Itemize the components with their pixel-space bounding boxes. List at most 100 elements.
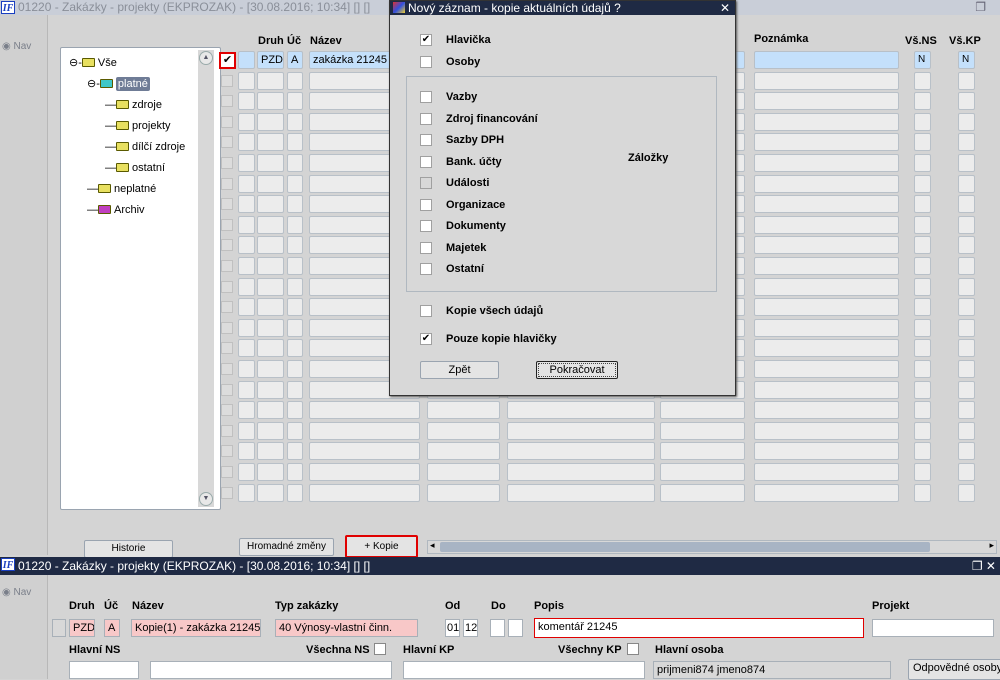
grid-cell-uc[interactable] — [287, 92, 303, 111]
restore-icon[interactable]: ❐ — [975, 0, 986, 15]
grid-cell-nazev[interactable] — [309, 421, 420, 440]
grid-cell-vskp[interactable] — [958, 236, 975, 255]
scroll-left-icon[interactable]: ◂ — [430, 540, 435, 551]
grid-cell-vskp[interactable] — [958, 277, 975, 296]
grid-cell[interactable] — [238, 401, 255, 420]
grid-cell[interactable] — [754, 442, 899, 461]
grid-cell[interactable] — [754, 112, 899, 131]
grid-cell[interactable] — [238, 380, 255, 399]
vertical-scrollbar[interactable]: ▲ ▼ — [198, 50, 214, 507]
grid-cell[interactable] — [238, 154, 255, 172]
row-checkbox[interactable] — [221, 177, 233, 190]
scroll-thumb[interactable] — [440, 542, 930, 552]
grid-cell-vsns[interactable] — [914, 92, 931, 111]
grid-cell-vskp[interactable] — [958, 380, 975, 399]
grid-cell-vsns[interactable] — [914, 133, 931, 152]
row-checkbox[interactable] — [221, 363, 233, 375]
grid-cell-uc[interactable] — [287, 298, 303, 317]
grid-cell-druh[interactable] — [257, 133, 284, 152]
row-checkbox[interactable] — [221, 136, 233, 149]
grid-cell[interactable] — [427, 401, 500, 420]
grid-cell-druh[interactable] — [257, 277, 284, 296]
grid-cell-druh[interactable] — [257, 463, 284, 481]
grid-cell-uc[interactable] — [287, 154, 303, 172]
grid-cell-druh[interactable] — [257, 112, 284, 131]
grid-cell-druh[interactable] — [257, 360, 284, 378]
grid-cell-uc[interactable] — [287, 257, 303, 275]
grid-cell-uc[interactable] — [287, 318, 303, 337]
grid-cell-uc[interactable] — [287, 112, 303, 131]
grid-cell-vskp[interactable] — [958, 112, 975, 131]
tree-node-platne[interactable]: ⊖- platné — [87, 77, 150, 91]
zpet-button[interactable]: Zpět — [420, 361, 499, 379]
grid-cell-druh[interactable] — [257, 195, 284, 214]
grid-cell-druh[interactable] — [257, 236, 284, 255]
hlavni-ns-name-field[interactable] — [150, 661, 392, 679]
row-checkbox[interactable] — [221, 383, 233, 396]
osoby-checkbox[interactable] — [420, 56, 432, 68]
row-checkbox[interactable] — [221, 466, 233, 478]
grid-cell-druh[interactable] — [257, 339, 284, 358]
grid-cell[interactable] — [660, 401, 745, 420]
grid-cell-druh[interactable] — [257, 318, 284, 337]
tab-checkbox[interactable] — [420, 198, 432, 211]
grid-cell[interactable] — [238, 236, 255, 255]
grid-cell-nazev[interactable] — [309, 483, 420, 502]
nav-button[interactable]: ◉ Nav — [2, 41, 31, 52]
grid-cell-uc[interactable] — [287, 463, 303, 481]
hlavni-kp-field[interactable] — [403, 661, 645, 679]
grid-cell-vsns[interactable] — [914, 112, 931, 131]
grid-cell[interactable] — [754, 92, 899, 111]
grid-cell-vsns[interactable] — [914, 257, 931, 275]
tab-checkbox[interactable] — [420, 241, 432, 254]
pouze-hlavicky-checkbox[interactable]: ✔ — [420, 333, 432, 345]
grid-cell-vsns[interactable] — [914, 339, 931, 358]
hlavni-ns-code-field[interactable] — [69, 661, 139, 679]
tab-checkbox[interactable] — [420, 220, 432, 232]
grid-cell-druh[interactable] — [257, 215, 284, 234]
grid-cell-uc[interactable] — [287, 71, 303, 90]
grid-cell-vsns[interactable] — [914, 154, 931, 172]
hlavicka-checkbox[interactable]: ✔ — [420, 34, 432, 46]
tree-node-archiv[interactable]: — Archiv — [87, 204, 145, 216]
grid-cell[interactable] — [238, 51, 255, 69]
grid-cell-uc[interactable] — [287, 380, 303, 399]
grid-cell[interactable] — [754, 174, 899, 193]
grid-cell[interactable] — [238, 463, 255, 481]
grid-cell-nazev[interactable] — [309, 401, 420, 420]
grid-cell-vsns[interactable] — [914, 215, 931, 234]
grid-cell-druh[interactable] — [257, 71, 284, 90]
grid-cell[interactable] — [754, 236, 899, 255]
grid-cell-vsns[interactable] — [914, 318, 931, 337]
grid-cell-vsns[interactable] — [914, 236, 931, 255]
tab-checkbox[interactable] — [420, 155, 432, 168]
row-checkbox[interactable] — [221, 301, 233, 314]
grid-cell[interactable] — [238, 257, 255, 275]
grid-cell-nazev[interactable] — [309, 442, 420, 461]
kopie-vsech-checkbox[interactable] — [420, 305, 432, 317]
grid-cell[interactable] — [238, 298, 255, 317]
grid-cell[interactable] — [238, 112, 255, 131]
grid-cell-uc[interactable] — [287, 442, 303, 461]
grid-cell-uc[interactable]: A — [287, 51, 303, 69]
grid-cell-nazev[interactable] — [309, 463, 420, 481]
grid-cell-druh[interactable] — [257, 298, 284, 317]
row-checkbox[interactable] — [221, 486, 233, 499]
grid-cell-vskp[interactable] — [958, 71, 975, 90]
grid-cell[interactable] — [238, 360, 255, 378]
row-checkbox[interactable] — [221, 198, 233, 211]
grid-cell-uc[interactable] — [287, 277, 303, 296]
grid-cell-vsns[interactable] — [914, 401, 931, 420]
grid-cell[interactable] — [507, 421, 655, 440]
druh-field[interactable]: PZD — [69, 619, 95, 637]
grid-cell[interactable] — [754, 257, 899, 275]
row-checkbox[interactable] — [221, 74, 233, 87]
grid-cell-druh[interactable] — [257, 154, 284, 172]
grid-cell-vskp[interactable] — [958, 463, 975, 481]
grid-cell-vsns[interactable] — [914, 174, 931, 193]
grid-cell-druh[interactable] — [257, 421, 284, 440]
grid-cell[interactable] — [754, 195, 899, 214]
tab-checkbox[interactable] — [420, 134, 432, 146]
row-checkbox[interactable] — [221, 218, 233, 231]
tab-checkbox[interactable] — [420, 263, 432, 275]
